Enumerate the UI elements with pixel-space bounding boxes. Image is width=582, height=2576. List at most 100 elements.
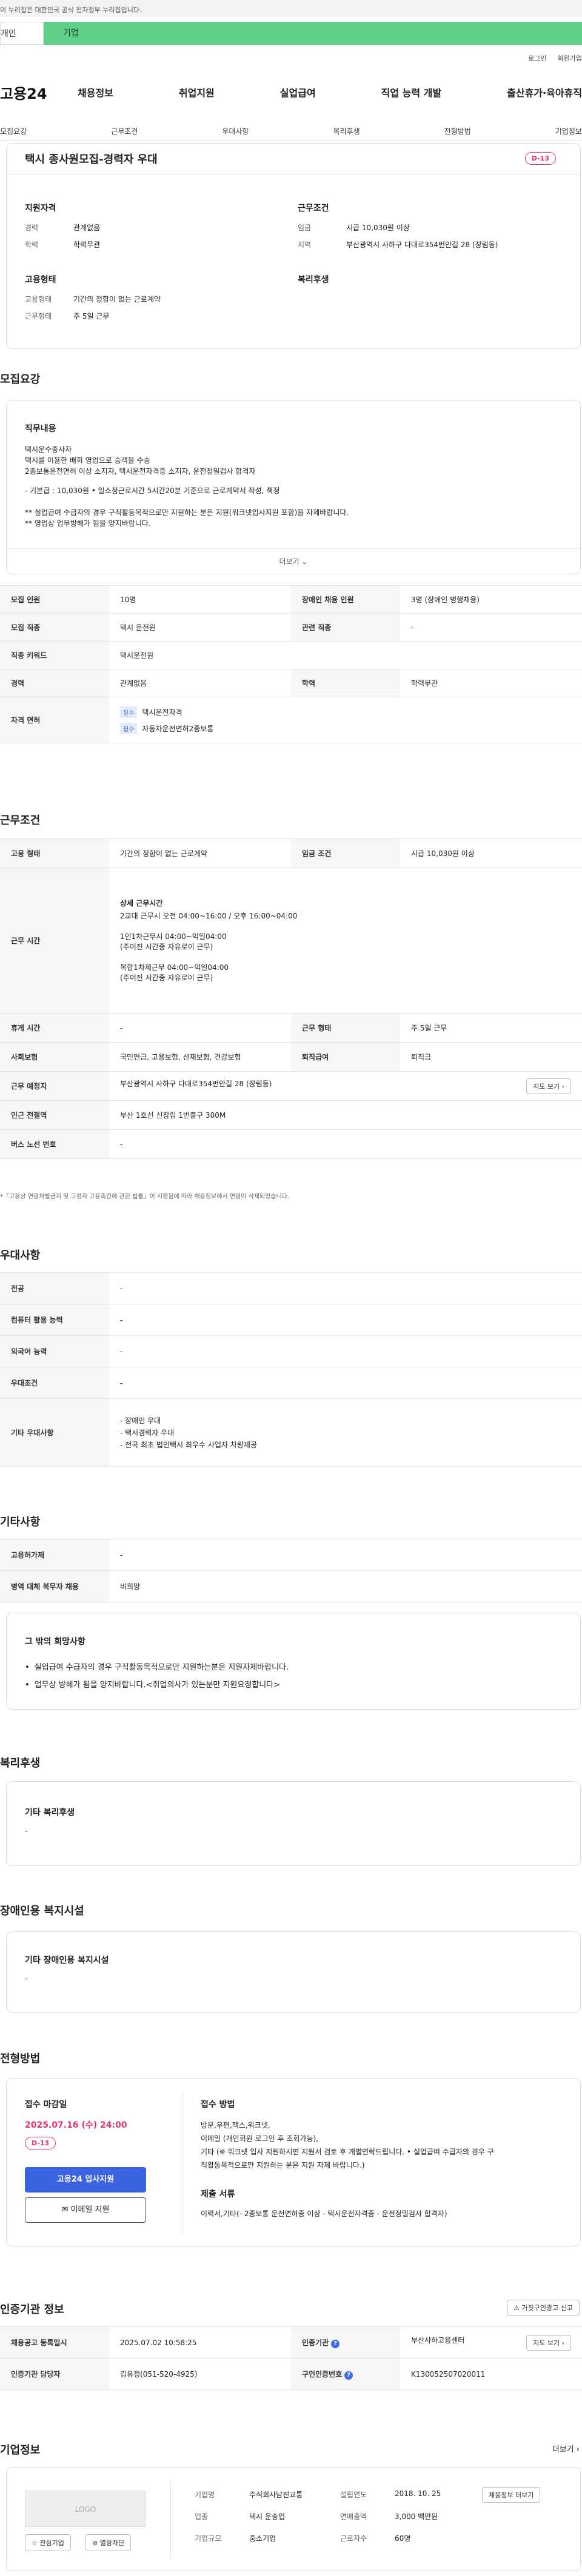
job-title: 택시 종사원모집-경력자 우대 [25, 153, 158, 166]
method-heading: 접수 방법 [201, 2100, 235, 2110]
map-button-label: 지도 보기 [533, 2339, 560, 2347]
table-row: 컴퓨터 활용 능력 - [0, 1304, 582, 1336]
subnav-apply[interactable]: 전형방법 [444, 126, 471, 140]
cell-value: 3명 (장애인 병행채용) [400, 585, 582, 614]
gnb-item-skills[interactable]: 직업 능력 개발 [381, 85, 441, 99]
map-button-label: 지도 보기 [533, 1082, 560, 1090]
cell-value: 부산사하고용센터 지도 보기 › [400, 2326, 582, 2359]
map-button[interactable]: 지도 보기 › [526, 2334, 571, 2351]
edu-label: 학력 [25, 241, 39, 249]
emptype-label: 고용형태 [25, 295, 52, 304]
info-icon[interactable]: ? [331, 2339, 340, 2348]
dday-badge: D-13 [25, 2137, 56, 2149]
pref-heading: 우대사항 [0, 1249, 41, 1262]
cell-label: 채용공고 등록일시 [0, 2326, 109, 2359]
company-logo: LOGO [25, 2491, 146, 2527]
cell-label: 인증기관 담당자 [0, 2358, 109, 2390]
company-heading: 기업정보 [0, 2444, 41, 2457]
found-label: 설립연도 [340, 2491, 367, 2499]
chevron-down-icon: ⌄ [301, 557, 308, 566]
favorite-company-button[interactable]: ☆ 관심기업 [25, 2534, 71, 2551]
table-row: 병역 대체 복무자 채용 비희망 [0, 1570, 582, 1602]
cell-label: 버스 노선 번호 [0, 1129, 109, 1159]
subnav-work[interactable]: 근무조건 [111, 126, 138, 140]
welfare-heading: 복리후생 [298, 275, 329, 285]
job-desc-line: 택시를 이용한 배회 영업으로 승객을 수송 [25, 456, 150, 465]
cell-label: 자격 면허 [0, 697, 109, 743]
login-link[interactable]: 로그인 [528, 53, 546, 63]
disab-sub: 기타 장애인용 복지시설 [25, 1956, 109, 1965]
required-badge: 필수 [120, 722, 138, 734]
table-row: 경력 관계없음 학력 학력무관 [0, 669, 582, 697]
site-logo[interactable]: 고용24 [0, 82, 72, 103]
more-button[interactable]: 더보기 ⌄ [7, 548, 580, 574]
hours-line [120, 952, 571, 963]
tab-corporate[interactable]: 기업 [44, 22, 582, 45]
cell-value: 택시운전원 [109, 641, 582, 669]
map-button[interactable]: 지도 보기 › [526, 1078, 571, 1094]
subnav-pref[interactable]: 우대사항 [222, 126, 249, 140]
welfare-card: 기타 복리후생 - [6, 1781, 581, 1866]
cell-value: - [109, 1304, 582, 1336]
report-button[interactable]: ⚠ 거짓구인광고 신고 [507, 2300, 580, 2315]
company-jobs-button[interactable]: 채용정보 더보기 [482, 2487, 541, 2503]
subnav-welfare[interactable]: 복리후생 [333, 126, 360, 140]
table-row: 고용 형태 기간의 정함이 없는 근로계약 임금 조건 시급 10,030원 이… [0, 838, 582, 868]
auth-table: 채용공고 등록일시 2025.07.02 10:58:25 인증기관? 부산사하… [0, 2326, 582, 2390]
industry-label: 업종 [195, 2512, 209, 2521]
job-desc-line: 택시운수종사자 [25, 445, 72, 454]
work-heading: 근무조건 [0, 814, 41, 827]
summary-card: 택시 종사원모집-경력자 우대 D-13 지원자격 경력 관계없음 학력 학력무… [6, 143, 581, 349]
table-row: 고용허가제 - [0, 1539, 582, 1571]
company-card: LOGO ☆ 관심기업 ⊘ 열람차단 기업명 주식회사남진교통 설립연도 201… [6, 2467, 581, 2571]
subnav-company[interactable]: 기업정보 [555, 126, 582, 140]
cell-value: 퇴직금 [400, 1042, 582, 1072]
cell-value: - [109, 1539, 582, 1571]
cell-label: 인근 전철역 [0, 1100, 109, 1130]
recruit-heading: 모집요강 [0, 373, 41, 386]
chevron-right-icon: › [576, 2445, 580, 2454]
info-icon[interactable]: ? [344, 2371, 353, 2380]
subnav-recruit[interactable]: 모집요강 [0, 126, 27, 140]
pref-etc-line: - 장애인 우대 [120, 1416, 161, 1425]
report-label: 거짓구인광고 신고 [521, 2304, 573, 2312]
chevron-right-icon: › [561, 1082, 564, 1090]
deadline-heading: 접수 마감일 [25, 2100, 67, 2110]
disab-card: 기타 장애인용 복지시설 - [6, 1931, 581, 2013]
cell-label: 학력 [291, 669, 400, 697]
cell-value: 택시 운전원 [109, 613, 291, 642]
apply-button[interactable]: 고용24 입사지원 [25, 2167, 146, 2193]
company-more-link[interactable]: 더보기 › [552, 2443, 580, 2454]
cell-value: - [109, 1272, 582, 1304]
signup-link[interactable]: 회원가입 [558, 53, 582, 63]
divider [170, 2480, 171, 2558]
work-table: 고용 형태 기간의 정함이 없는 근로계약 임금 조건 시급 10,030원 이… [0, 838, 582, 1159]
gnb-item-leave[interactable]: 출산휴가·육아휴직 [507, 85, 582, 99]
recruit-table: 모집 인원 10명 장애인 채용 인원 3명 (장애인 병행채용) 모집 직종 … [0, 585, 582, 743]
email-apply-button[interactable]: ✉ 이메일 지원 [25, 2197, 146, 2223]
gnb-item-employment-support[interactable]: 취업지원 [179, 85, 215, 99]
cell-label: 퇴직급여 [291, 1042, 400, 1072]
num-label: 구인인증번호 [302, 2369, 343, 2378]
gnb-item-jobs[interactable]: 채용정보 [78, 85, 113, 99]
apply-card: 접수 마감일 2025.07.16 (수) 24:00 D-13 고용24 입사… [6, 2078, 581, 2246]
gnb-item-unemployment-benefit[interactable]: 실업급여 [280, 85, 316, 99]
block-view-button[interactable]: ⊘ 열람차단 [85, 2534, 132, 2551]
cell-value: 2025.07.02 10:58:25 [109, 2326, 291, 2359]
employees-value: 60명 [395, 2534, 411, 2543]
table-row: 근무 시간 상세 근무시간 2교대 근무시 오전 04:00~16:00 / 오… [0, 868, 582, 1014]
hope-heading: 그 밖의 희망사항 [25, 1637, 85, 1647]
tab-individual[interactable]: 개인 [0, 22, 44, 45]
star-icon: ☆ [32, 2539, 38, 2547]
more-label: 더보기 [279, 557, 299, 566]
hope-list: 실업급여 수급자의 경우 구직활동목적으로만 지원하는분은 지원자제바랍니다. … [25, 1661, 289, 1696]
workform-label: 근무형태 [25, 312, 52, 320]
hours-line: (주어진 시간중 자유로이 근무) [120, 973, 213, 982]
gov-notice-text: 이 누리집은 대한민국 공식 전자정부 누리집입니다. [0, 6, 142, 14]
cell-label: 컴퓨터 활용 능력 [0, 1304, 109, 1336]
cell-value: 부산광역시 사하구 다대로354번안길 28 (장림동) 지도 보기 › [109, 1071, 582, 1101]
table-row: 근무 예정지 부산광역시 사하구 다대로354번안길 28 (장림동) 지도 보… [0, 1071, 582, 1101]
hours-heading: 상세 근무시간 [120, 898, 163, 908]
cell-label: 외국어 능력 [0, 1335, 109, 1367]
list-item: 실업급여 수급자의 경우 구직활동목적으로만 지원하는분은 지원자제바랍니다. [25, 1661, 289, 1672]
